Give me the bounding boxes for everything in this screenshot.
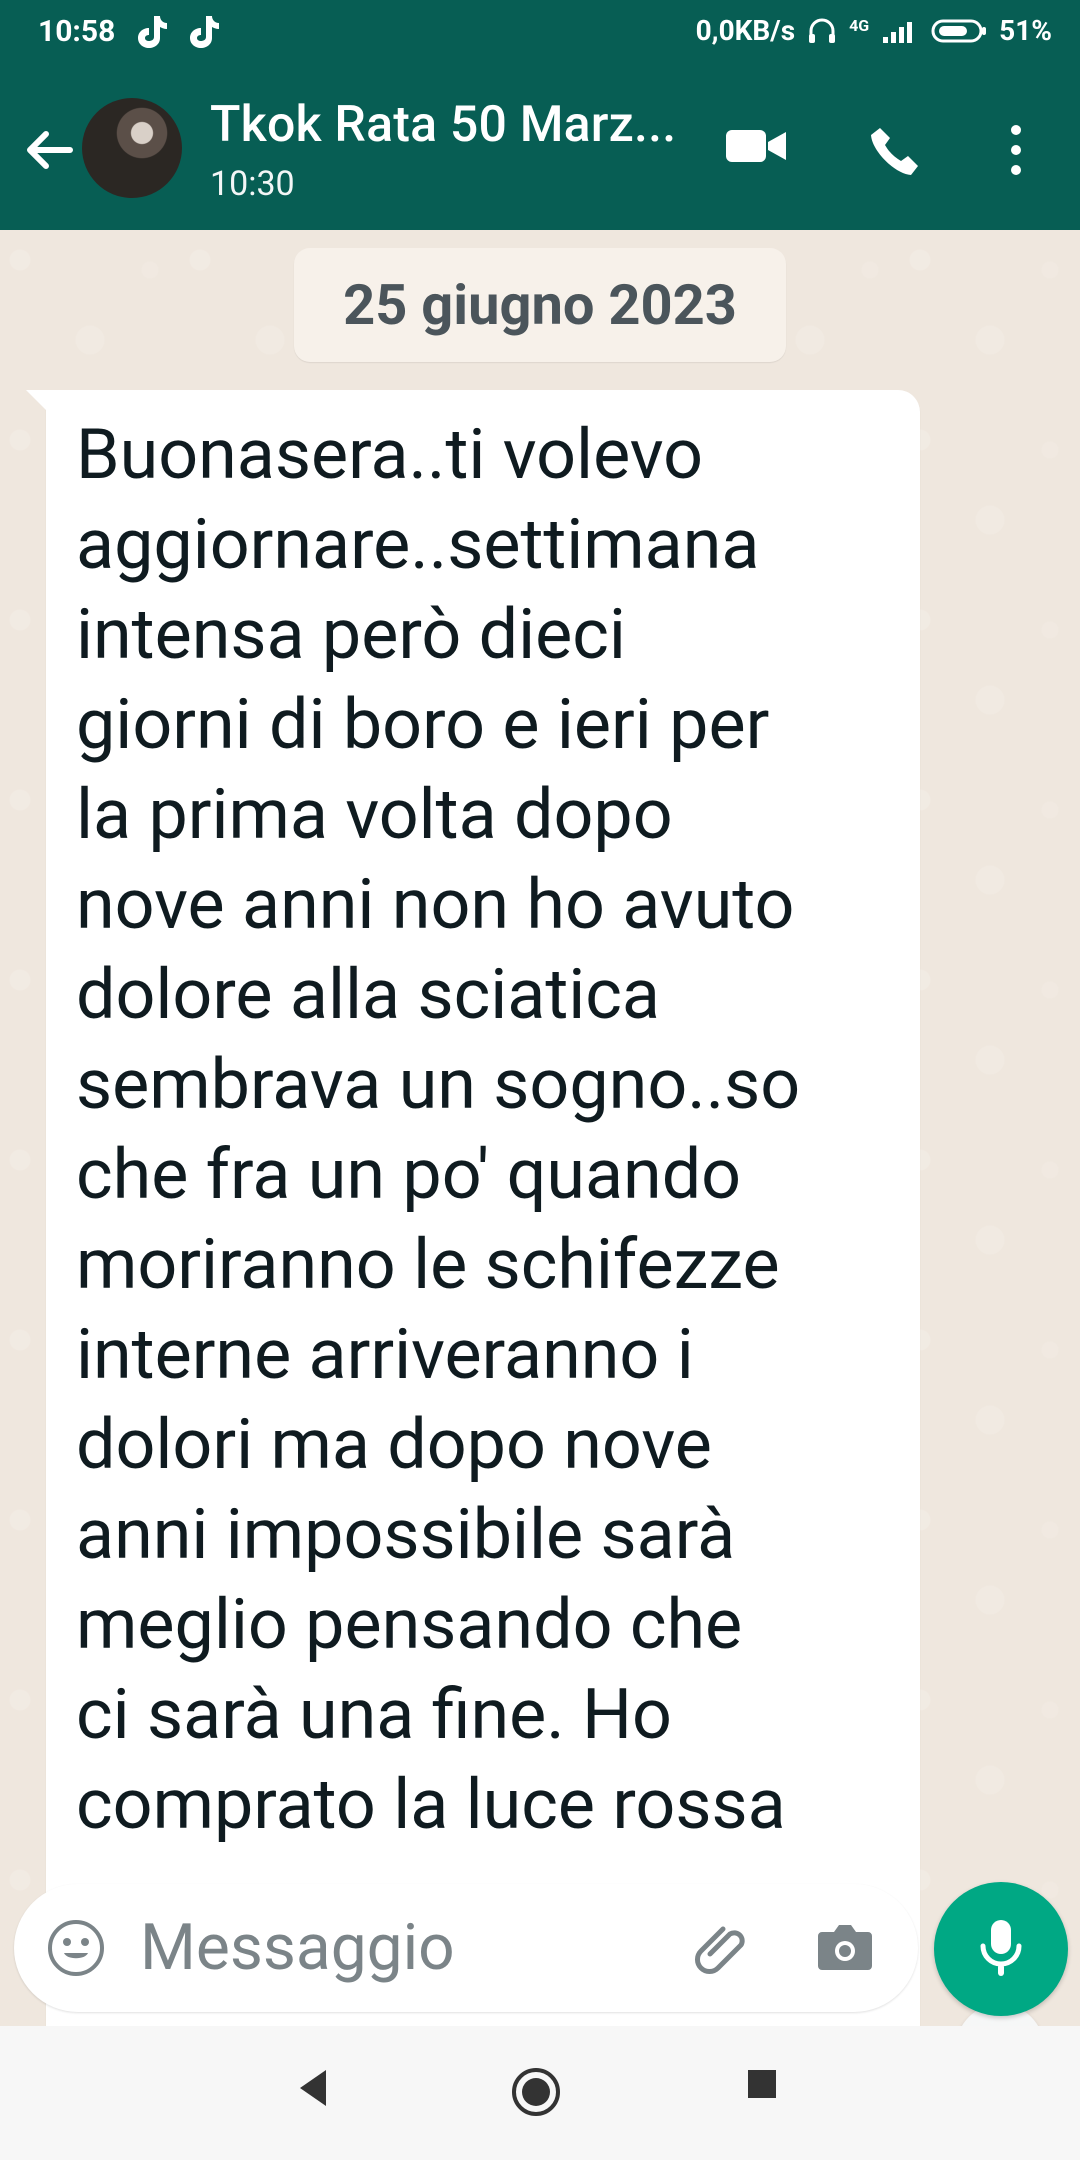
network-speed: 0,0KB/s <box>695 14 796 47</box>
more-vert-icon[interactable] <box>1002 120 1030 180</box>
contact-name[interactable]: Tkok Rata 50 Marz... <box>210 96 676 154</box>
message-text: Buonasera..ti volevo aggiornare..settima… <box>76 414 801 1846</box>
battery-icon <box>931 19 987 42</box>
tiktok-notification-icon <box>190 16 219 48</box>
microphone-icon <box>980 1920 1022 1976</box>
signal-icon <box>883 21 913 43</box>
tiktok-notification-icon <box>138 16 167 48</box>
back-arrow-icon[interactable] <box>20 122 76 178</box>
incoming-message-bubble[interactable]: Buonasera..ti volevo aggiornare..settima… <box>26 390 920 2106</box>
chat-header: Tkok Rata 50 Marz... 10:30 <box>0 68 1080 230</box>
voice-message-button[interactable] <box>934 1882 1068 2016</box>
video-call-icon[interactable] <box>724 124 788 168</box>
message-composer: Messaggio <box>14 1884 918 2012</box>
status-time: 10:58 <box>38 14 116 49</box>
date-separator: 25 giugno 2023 <box>294 248 786 362</box>
network-type: 4G <box>849 16 870 35</box>
nav-back-icon[interactable] <box>292 2066 332 2110</box>
phone-call-icon[interactable] <box>866 124 922 180</box>
system-navigation-bar <box>0 2026 1080 2160</box>
status-bar: 10:58 0,0KB/s 4G 51% <box>0 0 1080 68</box>
last-seen: 10:30 <box>210 164 295 204</box>
headphones-icon <box>809 18 836 43</box>
contact-avatar[interactable] <box>82 98 182 198</box>
battery-level: 51% <box>999 14 1052 47</box>
message-input[interactable]: Messaggio <box>140 1910 455 1985</box>
chat-area[interactable]: 25 giugno 2023 Buonasera..ti volevo aggi… <box>0 230 1080 2106</box>
nav-recents-icon[interactable] <box>744 2066 780 2102</box>
attach-icon[interactable] <box>690 1916 754 1980</box>
status-right: 0,0KB/s 4G 51% <box>696 14 1052 47</box>
emoji-icon[interactable] <box>46 1918 106 1978</box>
camera-icon[interactable] <box>814 1918 876 1976</box>
nav-home-icon[interactable] <box>510 2066 562 2118</box>
